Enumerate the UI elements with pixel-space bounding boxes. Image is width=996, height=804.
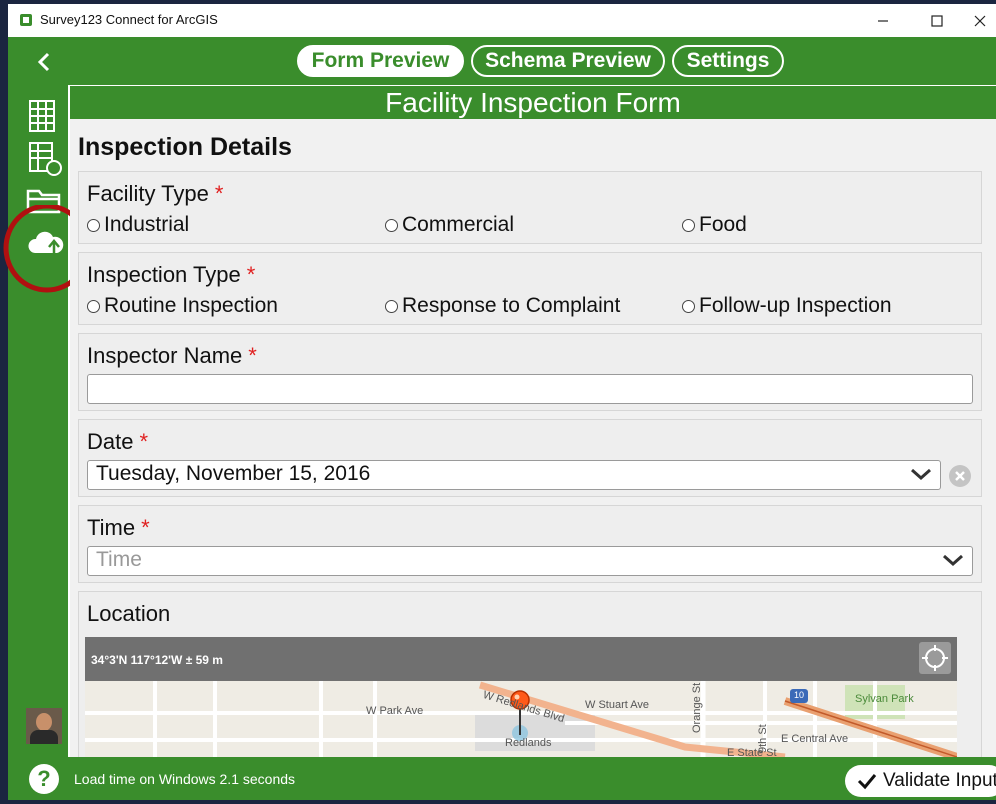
clear-icon[interactable] — [948, 464, 972, 488]
tab-form-preview[interactable]: Form Preview — [297, 45, 464, 77]
validate-input-button[interactable]: Validate Input — [845, 765, 996, 797]
date-value: Tuesday, November 15, 2016 — [96, 462, 371, 485]
street-label: W Park Ave — [366, 705, 424, 717]
time-question: Time * Time — [78, 505, 982, 583]
place-label: Redlands — [505, 737, 552, 749]
radio-food[interactable]: Food — [682, 213, 747, 237]
validate-input-label: Validate Input — [883, 770, 996, 791]
location-map[interactable]: 34°3'N 117°12'W ± 59 m W Redlands Blvd W… — [85, 637, 957, 757]
radio-circle-icon — [385, 299, 398, 313]
street-label: E Central Ave — [781, 733, 849, 745]
time-label: Time * — [87, 515, 150, 540]
radio-circle-icon — [682, 299, 695, 313]
facility-type-question: Facility Type * Industrial Commercial Foo… — [78, 171, 982, 244]
radio-routine-inspection[interactable]: Routine Inspection — [87, 294, 278, 318]
inspection-type-label: Inspection Type * — [87, 262, 256, 287]
radio-circle-icon — [87, 218, 100, 232]
chevron-down-icon[interactable] — [942, 552, 964, 568]
maximize-button[interactable] — [915, 8, 959, 34]
radio-industrial[interactable]: Industrial — [87, 213, 189, 237]
inspector-name-label: Inspector Name * — [87, 343, 257, 368]
title-bar: Survey123 Connect for ArcGIS — [8, 4, 996, 37]
form-title: Facility Inspection Form — [385, 87, 681, 118]
top-bar: Form Preview Schema Preview Settings — [68, 37, 996, 85]
inspection-type-question: Inspection Type * Routine Inspection Resp… — [78, 252, 982, 325]
radio-commercial[interactable]: Commercial — [385, 213, 514, 237]
radio-circle-icon — [682, 218, 695, 232]
inspector-name-question: Inspector Name * — [78, 333, 982, 411]
park-label: Sylvan Park — [855, 693, 914, 705]
crosshair-icon — [922, 645, 948, 671]
minimize-icon — [878, 20, 888, 22]
map-info-bar: 34°3'N 117°12'W ± 59 m — [85, 637, 957, 681]
form-header: Facility Inspection Form — [70, 86, 996, 119]
radio-circle-icon — [385, 218, 398, 232]
time-field[interactable]: Time — [87, 546, 973, 576]
bottom-bar: ? Load time on Windows 2.1 seconds Valid… — [8, 757, 996, 800]
maximize-icon — [931, 15, 943, 27]
inspector-name-input[interactable] — [87, 374, 973, 404]
tab-settings[interactable]: Settings — [672, 45, 784, 77]
spreadsheet-refresh-icon[interactable] — [28, 141, 64, 177]
date-field[interactable]: Tuesday, November 15, 2016 — [87, 460, 941, 490]
highway-shield-label: 10 — [794, 690, 805, 700]
radio-follow-up-inspection[interactable]: Follow-up Inspection — [682, 294, 892, 318]
street-label: E State St — [727, 747, 777, 757]
date-question: Date * Tuesday, November 15, 2016 — [78, 419, 982, 497]
gps-locate-button[interactable] — [919, 642, 951, 674]
spreadsheet-icon[interactable] — [28, 99, 58, 133]
coordinate-readout: 34°3'N 117°12'W ± 59 m — [91, 653, 223, 667]
svg-text:?: ? — [37, 766, 50, 791]
chevron-down-icon[interactable] — [910, 466, 932, 482]
help-icon[interactable]: ? — [28, 763, 60, 795]
time-placeholder: Time — [96, 548, 142, 571]
sidebar — [3, 37, 91, 800]
date-label: Date * — [87, 429, 149, 454]
location-label: Location — [87, 601, 171, 626]
form-content: Inspection Details Facility Type * Indust… — [70, 119, 996, 757]
survey123-app-icon — [20, 14, 32, 26]
app-window: Survey123 Connect for ArcGIS Form Previe… — [3, 4, 996, 800]
tab-schema-preview[interactable]: Schema Preview — [471, 45, 665, 77]
close-button[interactable] — [964, 8, 996, 34]
street-label: W Stuart Ave — [585, 699, 649, 711]
window-title: Survey123 Connect for ArcGIS — [40, 12, 218, 27]
close-icon — [974, 15, 986, 27]
user-avatar[interactable] — [26, 708, 62, 744]
minimize-button[interactable] — [861, 8, 905, 34]
radio-response-to-complaint[interactable]: Response to Complaint — [385, 294, 620, 318]
group-title: Inspection Details — [78, 133, 292, 161]
back-arrow-icon[interactable] — [36, 51, 52, 73]
facility-type-label: Facility Type * — [87, 181, 224, 206]
checkmark-icon — [857, 774, 877, 790]
street-label: Orange St — [691, 682, 703, 733]
status-text: Load time on Windows 2.1 seconds — [74, 771, 296, 787]
radio-circle-icon — [87, 299, 100, 313]
